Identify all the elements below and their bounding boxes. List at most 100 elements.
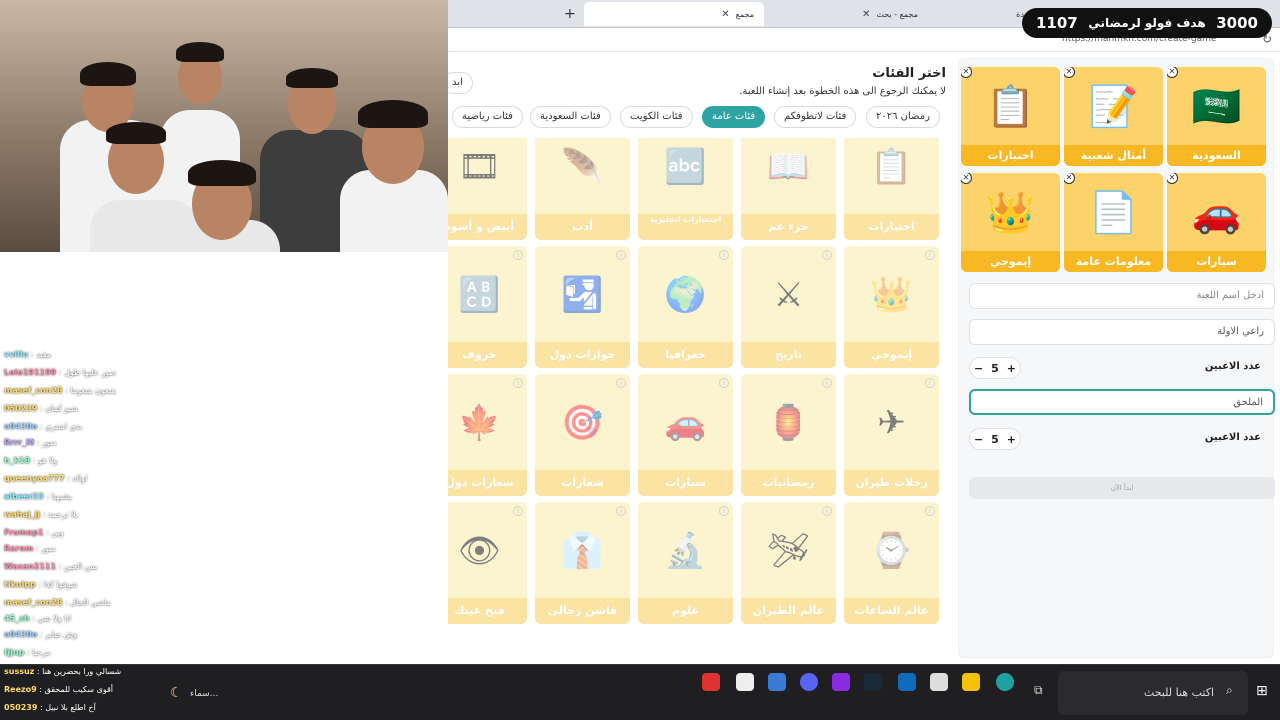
- team2-players-stepper[interactable]: − 5 +: [969, 428, 1021, 450]
- page-title: اختر الفئات: [872, 66, 946, 81]
- plus-icon[interactable]: +: [1007, 362, 1016, 375]
- close-icon[interactable]: ✕: [721, 9, 729, 20]
- webcam-overlay: [0, 0, 448, 252]
- app-icon[interactable]: [702, 673, 720, 691]
- team1-players-stepper[interactable]: − 5 +: [969, 357, 1021, 379]
- chat-message: o0430o : بدي اشتري: [4, 422, 83, 431]
- mail-icon[interactable]: [898, 673, 916, 691]
- chip-ramadan[interactable]: رمضان ٢٠٢٦: [866, 106, 940, 128]
- category-card[interactable]: i 🔬 علوم: [638, 502, 733, 624]
- chip-saudi[interactable]: فئات السعودية: [530, 106, 611, 128]
- note-icon: 📝: [1088, 83, 1139, 130]
- selected-category[interactable]: 📝 أمثال شعبية ✕: [1064, 67, 1163, 166]
- stream-chat-overlay: vvillu : مقيد Lolo191199 : صور عليها طول…: [0, 252, 215, 664]
- chat-message: Wasan2111 : يس الحين: [4, 562, 98, 571]
- category-card[interactable]: 🎞 أبيض و أسود: [448, 138, 527, 240]
- chip-kuwait[interactable]: فئات الكويت: [620, 106, 693, 128]
- chat-message: 050239 : آخ اطلع بلا نبيل: [4, 703, 96, 712]
- selected-category[interactable]: 📋 اختيارات ✕: [961, 67, 1060, 166]
- team1-name-input[interactable]: راعي الاولة: [969, 319, 1275, 345]
- windows-taskbar: sussuz : شسالي ورا بحضرين هنا Reezo9 : أ…: [0, 664, 1280, 720]
- players-label: عدد الاعبين: [1204, 361, 1261, 372]
- taskbar-search-input[interactable]: اكتب هنا للبحث: [1058, 671, 1248, 715]
- page-content: اختر الفئات لا يمكنك الرجوع الى هذه الخط…: [442, 52, 1280, 664]
- cockpit-icon: 🛩: [766, 531, 811, 571]
- task-view-icon[interactable]: ⧉: [1034, 683, 1043, 698]
- abbreviation-icon: 🔤: [664, 147, 707, 187]
- category-card[interactable]: i ⚔ تاريخ: [741, 246, 836, 368]
- chip-latitfkom[interactable]: فئات لاتطوفكم: [774, 106, 857, 128]
- category-card[interactable]: i 🛩 عالم الطيران: [741, 502, 836, 624]
- plus-icon[interactable]: +: [1007, 433, 1016, 446]
- app-icon[interactable]: [736, 673, 754, 691]
- category-grid: 📋 اختيارات 📖 جزء عم 🔤 اختصارات انجليزية 🪶 أد…: [448, 138, 944, 658]
- chat-message: h_k18 : ولا هو: [4, 456, 58, 465]
- discord-icon[interactable]: [800, 673, 818, 691]
- chat-message: fjjup : مرحبا: [4, 648, 51, 657]
- chat-message: 45_sh : انا ولا شي: [4, 614, 72, 623]
- chat-message: masef_con28 : ماشي الحال: [4, 598, 111, 607]
- folder-icon[interactable]: [962, 673, 980, 691]
- chat-message: queenyaa777 : اوااه: [4, 474, 88, 483]
- letters-icon: 🔠: [458, 275, 501, 315]
- chat-message: tikulpp : شوفوا كذا: [4, 580, 78, 589]
- weather-icon[interactable]: ☾: [170, 685, 183, 701]
- category-card[interactable]: i 👑 إيموجي: [844, 246, 939, 368]
- category-card[interactable]: i ⌚ عالم الساعات: [844, 502, 939, 624]
- microscope-icon: 🔬: [664, 531, 707, 571]
- steam-icon[interactable]: [864, 673, 882, 691]
- document-icon: 📄: [1088, 189, 1139, 236]
- app-icon[interactable]: [832, 673, 850, 691]
- category-card[interactable]: i 🛂 جوازات دول: [535, 246, 630, 368]
- category-card[interactable]: i 🚗 سيارات: [638, 374, 733, 496]
- game-name-input[interactable]: ادخل اسم اللعبة: [969, 283, 1275, 309]
- category-card[interactable]: i 👔 فاشن رجالي: [535, 502, 630, 624]
- passport-icon: 🛂: [561, 275, 604, 315]
- category-card[interactable]: i 🍁 شعارات دول: [448, 374, 527, 496]
- tab-active[interactable]: مجمع ✕: [584, 2, 764, 26]
- team2-name-input[interactable]: الملحق: [969, 389, 1275, 415]
- category-card[interactable]: i 👁 فتح عينك: [448, 502, 527, 624]
- category-card[interactable]: 📋 اختيارات: [844, 138, 939, 240]
- category-card[interactable]: i ✈ رحلات طيران: [844, 374, 939, 496]
- minus-icon[interactable]: −: [974, 362, 983, 375]
- chat-message: masef_con28 : يتبعون يتبعوننا: [4, 386, 116, 395]
- store-icon[interactable]: [930, 673, 948, 691]
- close-icon[interactable]: ✕: [862, 9, 870, 20]
- category-card[interactable]: i 🏮 رمضانيات: [741, 374, 836, 496]
- car-icon: 🚗: [664, 403, 707, 443]
- chip-sports[interactable]: فئات رياضية: [452, 106, 523, 128]
- selected-category[interactable]: 🚗 سيارات ✕: [1167, 173, 1266, 272]
- chip-general[interactable]: فئات عامة: [702, 106, 766, 128]
- category-card[interactable]: 📖 جزء عم: [741, 138, 836, 240]
- minus-icon[interactable]: −: [974, 433, 983, 446]
- chat-message: wahaj_jj : بلا ترجمة: [4, 510, 78, 519]
- game-setup-panel: 🇸🇦 السعودية ✕ 📝 أمثال شعبية ✕ 📋 اختيارات…: [958, 58, 1275, 658]
- edge-icon[interactable]: [996, 673, 1014, 691]
- flag-icon: 🍁: [458, 403, 501, 443]
- windows-start-icon[interactable]: ⊞: [1256, 683, 1268, 699]
- chat-message: 050239 : شيو كمان: [4, 404, 78, 413]
- new-tab-button[interactable]: +: [564, 2, 576, 26]
- chat-message: Rarom : منور: [4, 544, 56, 553]
- helmet-icon: ⚔: [773, 275, 804, 315]
- tab-search[interactable]: مجمع - بحث ✕: [778, 2, 918, 26]
- category-card[interactable]: i 🌍 جغرافيا: [638, 246, 733, 368]
- category-card[interactable]: 🪶 أدب: [535, 138, 630, 240]
- category-card[interactable]: i 🎯 شعارات: [535, 374, 630, 496]
- chat-message: o0430o : وش صاير: [4, 630, 78, 639]
- selected-category[interactable]: 📄 معلومات عامة ✕: [1064, 173, 1163, 272]
- film-icon: 🎞: [457, 147, 502, 187]
- app-icon[interactable]: [768, 673, 786, 691]
- category-card[interactable]: i 🔠 حروف: [448, 246, 527, 368]
- start-button[interactable]: ابدأ الآن: [969, 477, 1275, 499]
- airplane-icon: ✈: [877, 403, 906, 443]
- flag-icon: 🇸🇦: [1191, 83, 1242, 130]
- selected-category[interactable]: 🇸🇦 السعودية ✕: [1167, 67, 1266, 166]
- chat-message: vvillu : مقيد: [4, 350, 52, 359]
- category-card[interactable]: 🔤 اختصارات انجليزية: [638, 138, 733, 240]
- players-label: عدد الاعبين: [1204, 432, 1261, 443]
- watch-icon: ⌚: [870, 531, 913, 571]
- lantern-icon: 🏮: [767, 403, 810, 443]
- selected-category[interactable]: 👑 إيموجي ✕: [961, 173, 1060, 272]
